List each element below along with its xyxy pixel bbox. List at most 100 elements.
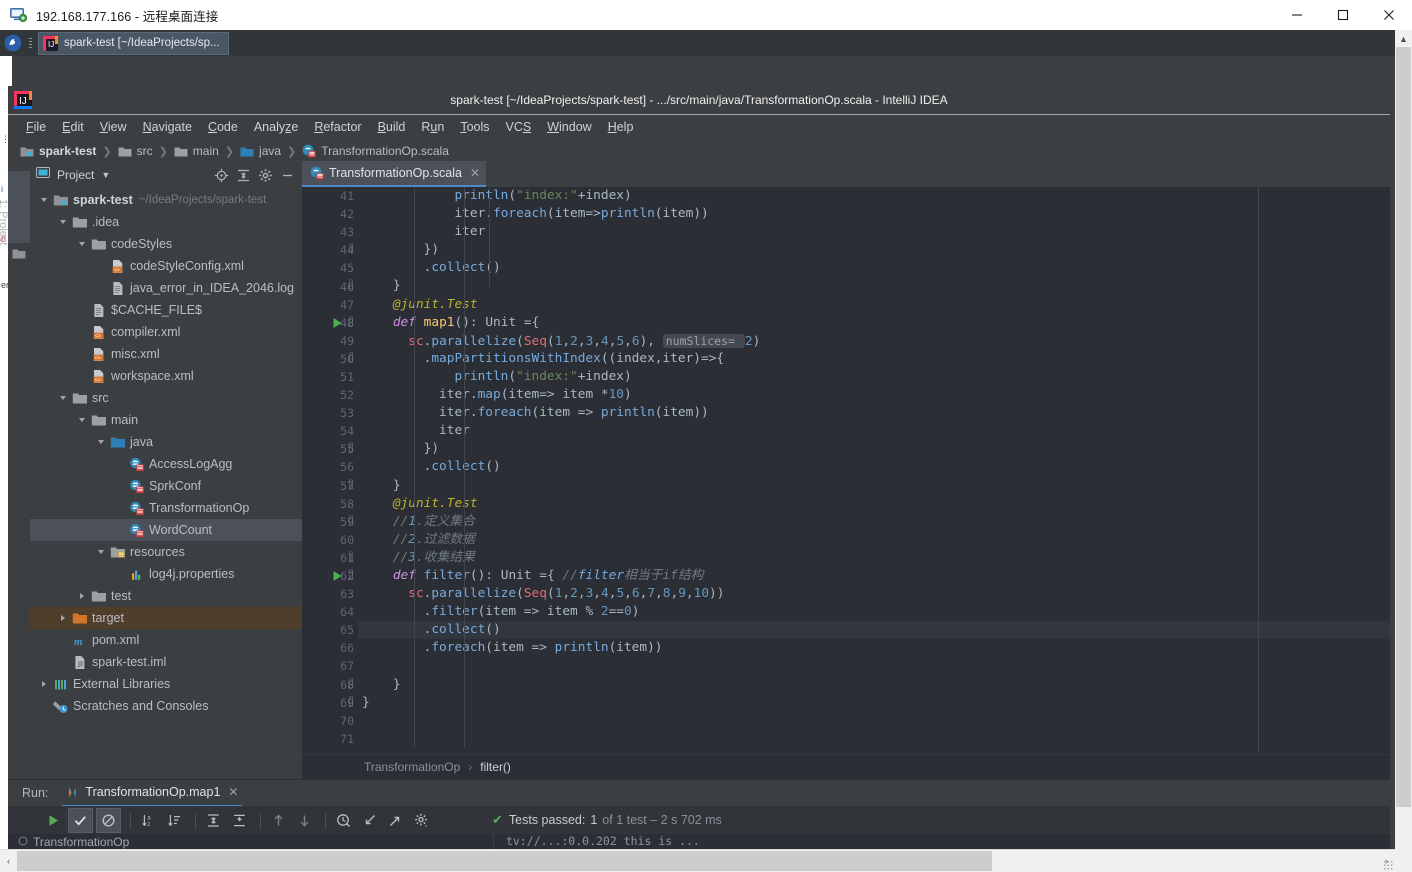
code-line[interactable] xyxy=(358,712,1390,730)
expand-arrow-right-icon[interactable] xyxy=(74,588,90,604)
expand-arrow-down-icon[interactable] xyxy=(36,192,52,208)
start-menu-icon[interactable] xyxy=(0,30,26,56)
code-fold-marker[interactable]: ⌷ xyxy=(348,676,354,694)
run-test-gutter-icon[interactable] xyxy=(332,317,343,332)
expand-arrow-down-icon[interactable] xyxy=(74,412,90,428)
code-line[interactable]: } xyxy=(358,277,1390,295)
code-fold-marker[interactable]: ⌷ xyxy=(348,477,354,495)
settings-gear-icon[interactable] xyxy=(410,809,433,832)
breadcrumb-item-java[interactable]: java xyxy=(240,144,281,158)
code-line[interactable]: iter.foreach(item=>println(item)) xyxy=(358,205,1390,223)
run-tab-transformationop-map1[interactable]: TransformationOp.map1 ✕ xyxy=(62,779,243,807)
prev-failed-icon[interactable] xyxy=(267,809,290,832)
tree-node-test[interactable]: test xyxy=(30,585,302,607)
chevron-down-icon[interactable]: ▼ xyxy=(101,170,110,180)
tree-node-compiler-xml[interactable]: <> compiler.xml xyxy=(30,321,302,343)
tree-node-scratches-and-consoles[interactable]: Scratches and Consoles xyxy=(30,695,302,717)
tree-node-log4j-properties[interactable]: log4j.properties xyxy=(30,563,302,585)
resize-grip[interactable] xyxy=(1383,860,1393,870)
code-line[interactable] xyxy=(358,657,1390,675)
tree-node-spark-test-iml[interactable]: spark-test.iml xyxy=(30,651,302,673)
code-fold-marker[interactable]: ⌷ xyxy=(348,440,354,458)
code-line[interactable]: //3.收集结果 xyxy=(358,549,1390,567)
code-line[interactable]: def filter(): Unit ={ //filter相当于if结构 xyxy=(358,567,1390,585)
code-line[interactable] xyxy=(358,730,1390,748)
tree-node-pom-xml[interactable]: m pom.xml xyxy=(30,629,302,651)
code-fold-marker[interactable]: ⌷ xyxy=(348,350,354,368)
close-button[interactable] xyxy=(1366,0,1412,30)
tree-node--idea[interactable]: .idea xyxy=(30,211,302,233)
code-line[interactable]: def map1(): Unit ={ xyxy=(358,314,1390,332)
close-icon[interactable]: ✕ xyxy=(228,785,238,799)
code-line[interactable]: .foreach(item => println(item)) xyxy=(358,639,1390,657)
code-line[interactable]: @junit.Test xyxy=(358,495,1390,513)
code-fold-marker[interactable]: ⌷ xyxy=(348,314,354,332)
code-line[interactable]: iter xyxy=(358,422,1390,440)
tree-node-resources[interactable]: resources xyxy=(30,541,302,563)
code-line[interactable]: //1.定义集合 xyxy=(358,513,1390,531)
menu-analyze[interactable]: Analyze xyxy=(246,118,306,136)
editor-gutter[interactable]: 41 42 43 44 ⌷ 45 46 ⌷ 47 48 ⌷ 49 50 ⌷ 51 52 53 54 55 ⌷ 56 57 ⌷… xyxy=(302,187,358,754)
history-icon[interactable] xyxy=(332,809,355,832)
menu-edit[interactable]: Edit xyxy=(54,118,92,136)
taskbar-item-spark-test[interactable]: IJ spark-test [~/IdeaProjects/sp... xyxy=(38,31,229,55)
code-fold-marker[interactable]: ⌷ xyxy=(348,241,354,259)
taskbar-grip[interactable] xyxy=(26,30,35,56)
tree-node-codestyles[interactable]: codeStyles xyxy=(30,233,302,255)
run-test-gutter-icon[interactable] xyxy=(332,570,343,585)
tree-node-spark-test[interactable]: spark-test ~/IdeaProjects/spark-test xyxy=(30,189,302,211)
tree-node-main[interactable]: main xyxy=(30,409,302,431)
tree-node-sprkconf[interactable]: SprkConf xyxy=(30,475,302,497)
next-failed-icon[interactable] xyxy=(293,809,316,832)
code-line[interactable]: }) xyxy=(358,440,1390,458)
code-line[interactable]: .filter(item => item % 2==0) xyxy=(358,603,1390,621)
vertical-scroll-thumb[interactable] xyxy=(1396,47,1411,807)
tree-node-wordcount[interactable]: WordCount xyxy=(30,519,302,541)
code-line[interactable]: } xyxy=(358,676,1390,694)
menu-build[interactable]: Build xyxy=(370,118,414,136)
menu-navigate[interactable]: Navigate xyxy=(135,118,200,136)
minimize-button[interactable] xyxy=(1274,0,1320,30)
export-results-icon[interactable] xyxy=(384,809,407,832)
menu-tools[interactable]: Tools xyxy=(452,118,497,136)
collapse-all-icon[interactable] xyxy=(232,164,254,186)
tree-node-target[interactable]: target xyxy=(30,607,302,629)
tree-node-transformationop[interactable]: TransformationOp xyxy=(30,497,302,519)
editor-tab-transformationop[interactable]: TransformationOp.scala ✕ xyxy=(302,161,486,187)
menu-view[interactable]: View xyxy=(92,118,135,136)
code-fold-marker[interactable]: ⌷ xyxy=(348,567,354,585)
rerun-icon[interactable] xyxy=(42,809,65,832)
expand-arrow-right-icon[interactable] xyxy=(55,610,71,626)
breadcrumb-item-file[interactable]: TransformationOp.scala xyxy=(302,144,449,158)
expand-arrow-down-icon[interactable] xyxy=(55,214,71,230)
list-item[interactable]: TransformationOp xyxy=(18,834,493,850)
expand-arrow-down-icon[interactable] xyxy=(93,434,109,450)
code-line[interactable]: } xyxy=(358,694,1390,712)
scroll-left-arrow[interactable]: ‹ xyxy=(0,850,17,872)
editor-breadcrumb-class[interactable]: TransformationOp xyxy=(364,760,460,774)
expand-arrow-down-icon[interactable] xyxy=(74,236,90,252)
sort-by-duration-icon[interactable] xyxy=(163,809,186,832)
breadcrumb-item-module[interactable]: spark-test xyxy=(20,144,96,158)
hide-icon[interactable] xyxy=(276,164,298,186)
editor-area[interactable]: 41 42 43 44 ⌷ 45 46 ⌷ 47 48 ⌷ 49 50 ⌷ 51 52 53 54 55 ⌷ 56 57 ⌷… xyxy=(302,187,1390,754)
scroll-up-arrow[interactable]: ▲ xyxy=(1395,30,1412,47)
code-line[interactable]: }) xyxy=(358,241,1390,259)
hide-ignored-icon[interactable] xyxy=(96,807,121,833)
collapse-all-icon[interactable] xyxy=(228,809,251,832)
code-fold-marker[interactable]: ⌷ xyxy=(348,277,354,295)
code-line[interactable]: .mapPartitionsWithIndex((index,iter)=>{ xyxy=(358,350,1390,368)
settings-gear-icon[interactable] xyxy=(254,164,276,186)
tree-node-java-error-in-idea-2046-log[interactable]: java_error_in_IDEA_2046.log xyxy=(30,277,302,299)
import-results-icon[interactable] xyxy=(358,809,381,832)
code-line[interactable]: @junit.Test xyxy=(358,296,1390,314)
menu-window[interactable]: Window xyxy=(539,118,599,136)
code-fold-marker[interactable]: ⌷ xyxy=(348,694,354,712)
code-line[interactable]: println("index:"+index) xyxy=(358,187,1390,205)
tree-node-src[interactable]: src xyxy=(30,387,302,409)
tree-node-accesslogagg[interactable]: AccessLogAgg xyxy=(30,453,302,475)
menu-file[interactable]: File xyxy=(18,118,54,136)
tree-node-misc-xml[interactable]: <> misc.xml xyxy=(30,343,302,365)
host-vertical-scrollbar[interactable]: ▲ xyxy=(1394,30,1412,872)
menu-help[interactable]: Help xyxy=(600,118,642,136)
